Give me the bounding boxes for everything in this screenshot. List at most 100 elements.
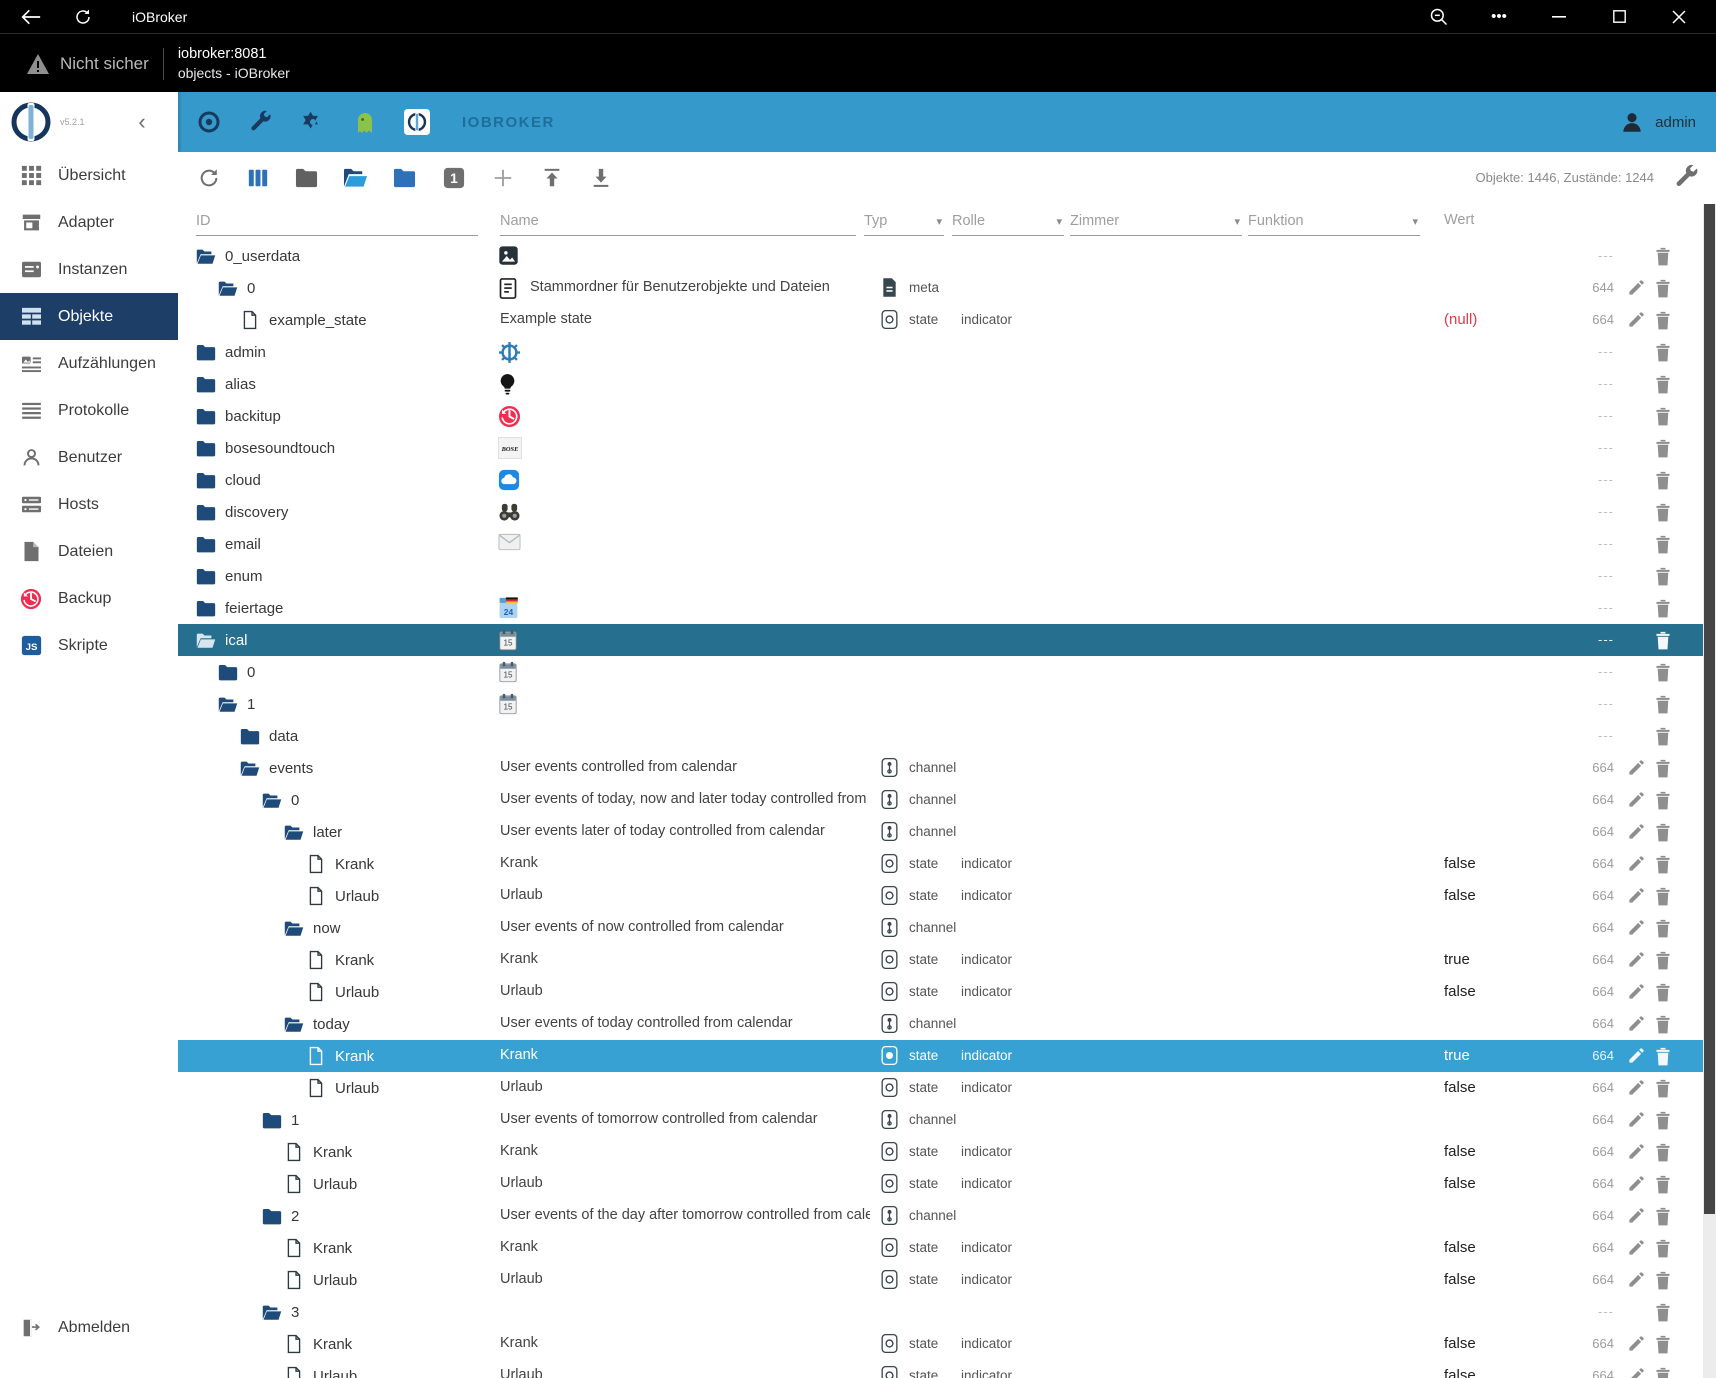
function-filter-select[interactable]: [1248, 211, 1420, 236]
wrench-icon[interactable]: [248, 109, 274, 135]
edit-pencil-icon[interactable]: [1627, 1366, 1647, 1378]
delete-trash-icon[interactable]: [1654, 1270, 1674, 1290]
delete-trash-icon[interactable]: [1654, 982, 1674, 1002]
table-row[interactable]: enum ---: [178, 560, 1716, 592]
table-row[interactable]: Krank Krank state indicator true 664: [178, 1040, 1716, 1072]
scrollbar-thumb[interactable]: [1704, 204, 1715, 1214]
table-row[interactable]: 0 Stammordner für Benutzerobjekte und Dat…: [178, 272, 1716, 304]
chevron-down-icon[interactable]: ▾: [936, 215, 942, 228]
collapse-all-folder-icon[interactable]: [294, 166, 319, 191]
object-id-cell[interactable]: data: [240, 720, 298, 752]
zoom-out-icon[interactable]: [1428, 6, 1450, 28]
collapse-sidebar-chevron-icon[interactable]: ‹: [126, 106, 158, 138]
object-id-cell[interactable]: enum: [196, 560, 263, 592]
delete-trash-icon[interactable]: [1654, 1334, 1674, 1354]
back-icon[interactable]: [20, 6, 42, 28]
delete-trash-icon[interactable]: [1654, 374, 1674, 394]
table-row[interactable]: data ---: [178, 720, 1716, 752]
object-id-cell[interactable]: Krank: [306, 944, 374, 976]
object-id-cell[interactable]: Urlaub: [284, 1360, 357, 1378]
table-row[interactable]: email ---: [178, 528, 1716, 560]
delete-trash-icon[interactable]: [1654, 1142, 1674, 1162]
table-row[interactable]: bosesoundtouch BOSE ---: [178, 432, 1716, 464]
gear-icon[interactable]: [300, 109, 326, 135]
table-row[interactable]: Krank Krank state indicator false 664: [178, 1136, 1716, 1168]
table-row[interactable]: alias ---: [178, 368, 1716, 400]
close-button[interactable]: [1668, 6, 1690, 28]
table-row[interactable]: Urlaub Urlaub state indicator false 664: [178, 1264, 1716, 1296]
delete-trash-icon[interactable]: [1654, 950, 1674, 970]
view-icon[interactable]: [196, 109, 222, 135]
sidebar-item--bersicht[interactable]: Übersicht: [0, 152, 178, 199]
download-button[interactable]: [588, 166, 613, 191]
object-id-cell[interactable]: 0_userdata: [196, 240, 300, 272]
object-id-cell[interactable]: Krank: [284, 1136, 352, 1168]
table-row[interactable]: 0 User events of today, now and later tod…: [178, 784, 1716, 816]
address-bar[interactable]: Nicht sicher iobroker:8081 objects - iOB…: [0, 33, 1716, 93]
edit-pencil-icon[interactable]: [1627, 1238, 1647, 1258]
expert-mode-button[interactable]: 1: [441, 166, 466, 191]
chevron-down-icon[interactable]: ▾: [1234, 215, 1240, 228]
user-menu[interactable]: admin: [1619, 92, 1696, 152]
delete-trash-icon[interactable]: [1654, 1078, 1674, 1098]
table-row[interactable]: Krank Krank state indicator false 664: [178, 848, 1716, 880]
delete-trash-icon[interactable]: [1654, 438, 1674, 458]
delete-trash-icon[interactable]: [1654, 1302, 1674, 1322]
delete-trash-icon[interactable]: [1654, 1366, 1674, 1378]
object-id-cell[interactable]: today: [284, 1008, 350, 1040]
object-id-cell[interactable]: example_state: [240, 304, 367, 336]
minimize-button[interactable]: [1548, 6, 1570, 28]
object-id-cell[interactable]: now: [284, 912, 341, 944]
object-id-cell[interactable]: Urlaub: [306, 880, 379, 912]
delete-trash-icon[interactable]: [1654, 1014, 1674, 1034]
delete-trash-icon[interactable]: [1654, 502, 1674, 522]
object-id-cell[interactable]: ical: [196, 624, 248, 656]
type-filter-select[interactable]: [864, 211, 944, 236]
table-row[interactable]: now User events of now controlled from ca…: [178, 912, 1716, 944]
sidebar-item-benutzer[interactable]: Benutzer: [0, 434, 178, 481]
table-row[interactable]: 1 15 ---: [178, 688, 1716, 720]
delete-trash-icon[interactable]: [1654, 630, 1674, 650]
vertical-scrollbar[interactable]: [1703, 204, 1716, 1378]
chevron-down-icon[interactable]: ▾: [1056, 215, 1062, 228]
sidebar-item-hosts[interactable]: Hosts: [0, 481, 178, 528]
edit-pencil-icon[interactable]: [1627, 950, 1647, 970]
table-row[interactable]: ical 15 ---: [178, 624, 1716, 656]
delete-trash-icon[interactable]: [1654, 1110, 1674, 1130]
delete-trash-icon[interactable]: [1654, 726, 1674, 746]
list-view-button[interactable]: [245, 166, 270, 191]
delete-trash-icon[interactable]: [1654, 694, 1674, 714]
room-filter-select[interactable]: [1070, 211, 1242, 236]
delete-trash-icon[interactable]: [1654, 758, 1674, 778]
object-id-cell[interactable]: Urlaub: [284, 1264, 357, 1296]
refresh-button[interactable]: [196, 166, 221, 191]
delete-trash-icon[interactable]: [1654, 246, 1674, 266]
object-id-cell[interactable]: feiertage: [196, 592, 283, 624]
table-row[interactable]: cloud ---: [178, 464, 1716, 496]
edit-pencil-icon[interactable]: [1627, 790, 1647, 810]
delete-trash-icon[interactable]: [1654, 598, 1674, 618]
delete-trash-icon[interactable]: [1654, 310, 1674, 330]
edit-pencil-icon[interactable]: [1627, 1078, 1647, 1098]
name-filter-input[interactable]: [500, 211, 856, 236]
object-id-cell[interactable]: Krank: [306, 1040, 374, 1072]
edit-pencil-icon[interactable]: [1627, 758, 1647, 778]
object-id-cell[interactable]: Urlaub: [284, 1168, 357, 1200]
object-id-cell[interactable]: email: [196, 528, 261, 560]
table-row[interactable]: events User events controlled from calend…: [178, 752, 1716, 784]
sidebar-item-skripte[interactable]: JS Skripte: [0, 622, 178, 669]
table-row[interactable]: 1 User events of tomorrow controlled from…: [178, 1104, 1716, 1136]
edit-pencil-icon[interactable]: [1627, 1334, 1647, 1354]
edit-pencil-icon[interactable]: [1627, 886, 1647, 906]
object-id-cell[interactable]: bosesoundtouch: [196, 432, 335, 464]
table-row[interactable]: Krank Krank state indicator false 664: [178, 1328, 1716, 1360]
table-row[interactable]: Urlaub Urlaub state indicator false 664: [178, 1168, 1716, 1200]
delete-trash-icon[interactable]: [1654, 886, 1674, 906]
object-id-cell[interactable]: 2: [262, 1200, 299, 1232]
delete-trash-icon[interactable]: [1654, 1206, 1674, 1226]
edit-pencil-icon[interactable]: [1627, 1014, 1647, 1034]
table-row[interactable]: 2 User events of the day after tomorrow c…: [178, 1200, 1716, 1232]
table-row[interactable]: example_state Example state state indicator…: [178, 304, 1716, 336]
edit-pencil-icon[interactable]: [1627, 982, 1647, 1002]
delete-trash-icon[interactable]: [1654, 790, 1674, 810]
